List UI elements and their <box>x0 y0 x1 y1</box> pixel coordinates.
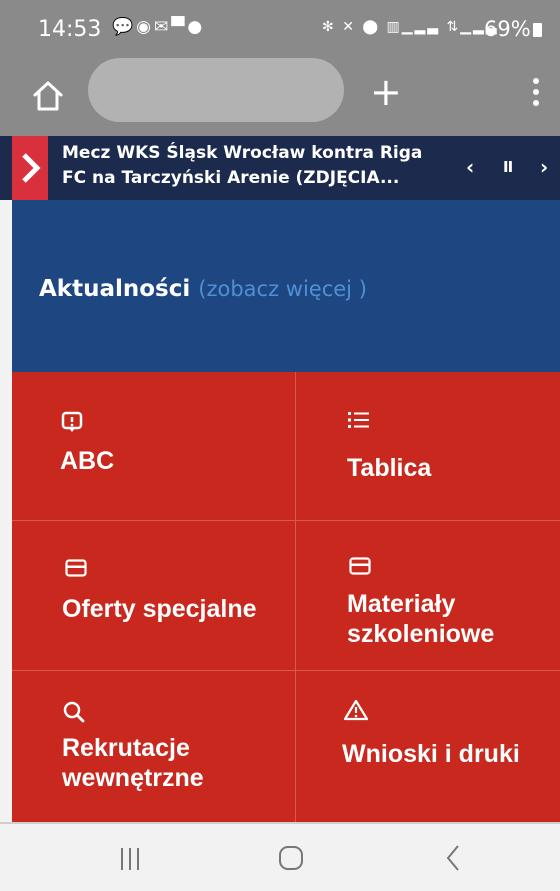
tile-tablica[interactable]: Tablica <box>296 372 560 521</box>
signal-icon: ▁▂▃ <box>401 19 441 35</box>
messenger-icon: ◉ <box>136 17 155 37</box>
recent-apps-button[interactable] <box>95 824 165 891</box>
news-title: Aktualności <box>39 276 191 302</box>
tile-materialy-szkoleniowe[interactable]: Materiały szkoleniowe <box>296 521 560 671</box>
browser-toolbar: + <box>0 56 560 136</box>
ticker-next-button[interactable]: › <box>540 154 548 180</box>
news-section: Aktualności (zobacz więcej ) <box>12 200 560 372</box>
lte-icon: ⇅ <box>446 19 461 35</box>
news-ticker[interactable]: Mecz WKS Śląsk Wrocław kontra Riga FC na… <box>0 136 560 200</box>
more-vertical-icon[interactable] <box>532 78 540 112</box>
tile-label: ABC <box>60 447 115 475</box>
tile-label: Tablica <box>347 454 432 482</box>
news-more-link[interactable]: (zobacz więcej ) <box>198 277 367 301</box>
notification-icons: 💬◉✉▀● <box>112 17 205 37</box>
mute-icon: ✕ <box>342 19 356 35</box>
volte-icon: ▥ <box>386 19 402 35</box>
credit-card-icon <box>349 557 371 575</box>
mail-icon: ✉ <box>154 17 172 37</box>
credit-card-icon <box>65 559 87 577</box>
tile-rekrutacje-wewnetrzne[interactable]: Rekrutacje wewnętrzne <box>12 671 296 822</box>
home-nav-button[interactable] <box>256 824 326 891</box>
address-bar[interactable] <box>88 58 344 122</box>
tile-label: Oferty specjalne <box>62 595 257 623</box>
back-chevron-icon <box>446 845 459 871</box>
ticker-pause-button[interactable]: II <box>503 154 513 180</box>
tile-oferty-specjalne[interactable]: Oferty specjalne <box>12 521 296 671</box>
location-icon: ⬤ <box>362 19 381 35</box>
tile-wnioski-i-druki[interactable]: Wnioski i druki <box>296 671 560 822</box>
status-bar: 14:53 💬◉✉▀● ✻ ✕ ⬤ ▥▁▂▃ ⇅▁▂▃ 69% <box>0 0 560 56</box>
tile-label: Wnioski i druki <box>342 740 520 768</box>
battery-percent: 69% <box>484 17 531 41</box>
chat-bubble-icon: 💬 <box>112 17 137 37</box>
ticker-badge <box>12 136 48 200</box>
tile-label: Materiały szkoleniowe <box>347 590 495 648</box>
bluetooth-icon: ✻ <box>322 19 336 35</box>
search-icon <box>63 701 85 723</box>
home-circle-icon <box>279 846 303 870</box>
recent-apps-icon <box>121 848 139 870</box>
battery-indicator: 69% <box>484 17 542 41</box>
shopping-bag-icon: ▀ <box>171 17 188 37</box>
warning-triangle-icon <box>343 699 369 721</box>
tile-label: Rekrutacje wewnętrzne <box>62 734 204 792</box>
viber-icon: ● <box>187 17 206 37</box>
status-time: 14:53 <box>38 17 102 42</box>
ticker-headline[interactable]: Mecz WKS Śląsk Wrocław kontra Riga FC na… <box>62 141 452 191</box>
battery-icon <box>532 23 542 37</box>
back-button[interactable] <box>418 824 488 891</box>
list-icon <box>348 412 369 428</box>
new-tab-button[interactable]: + <box>370 68 402 116</box>
chevron-right-icon <box>22 153 41 183</box>
system-navigation-bar <box>0 822 560 891</box>
system-icons: ✻ ✕ ⬤ ▥▁▂▃ ⇅▁▂▃ <box>322 19 499 35</box>
news-heading: Aktualności (zobacz więcej ) <box>39 276 367 302</box>
ticker-prev-button[interactable]: ‹ <box>466 154 474 180</box>
alert-message-icon <box>61 411 83 432</box>
category-grid: ABC Tablica Oferty specjalne Materiały s… <box>12 372 560 822</box>
tile-abc[interactable]: ABC <box>12 372 296 521</box>
